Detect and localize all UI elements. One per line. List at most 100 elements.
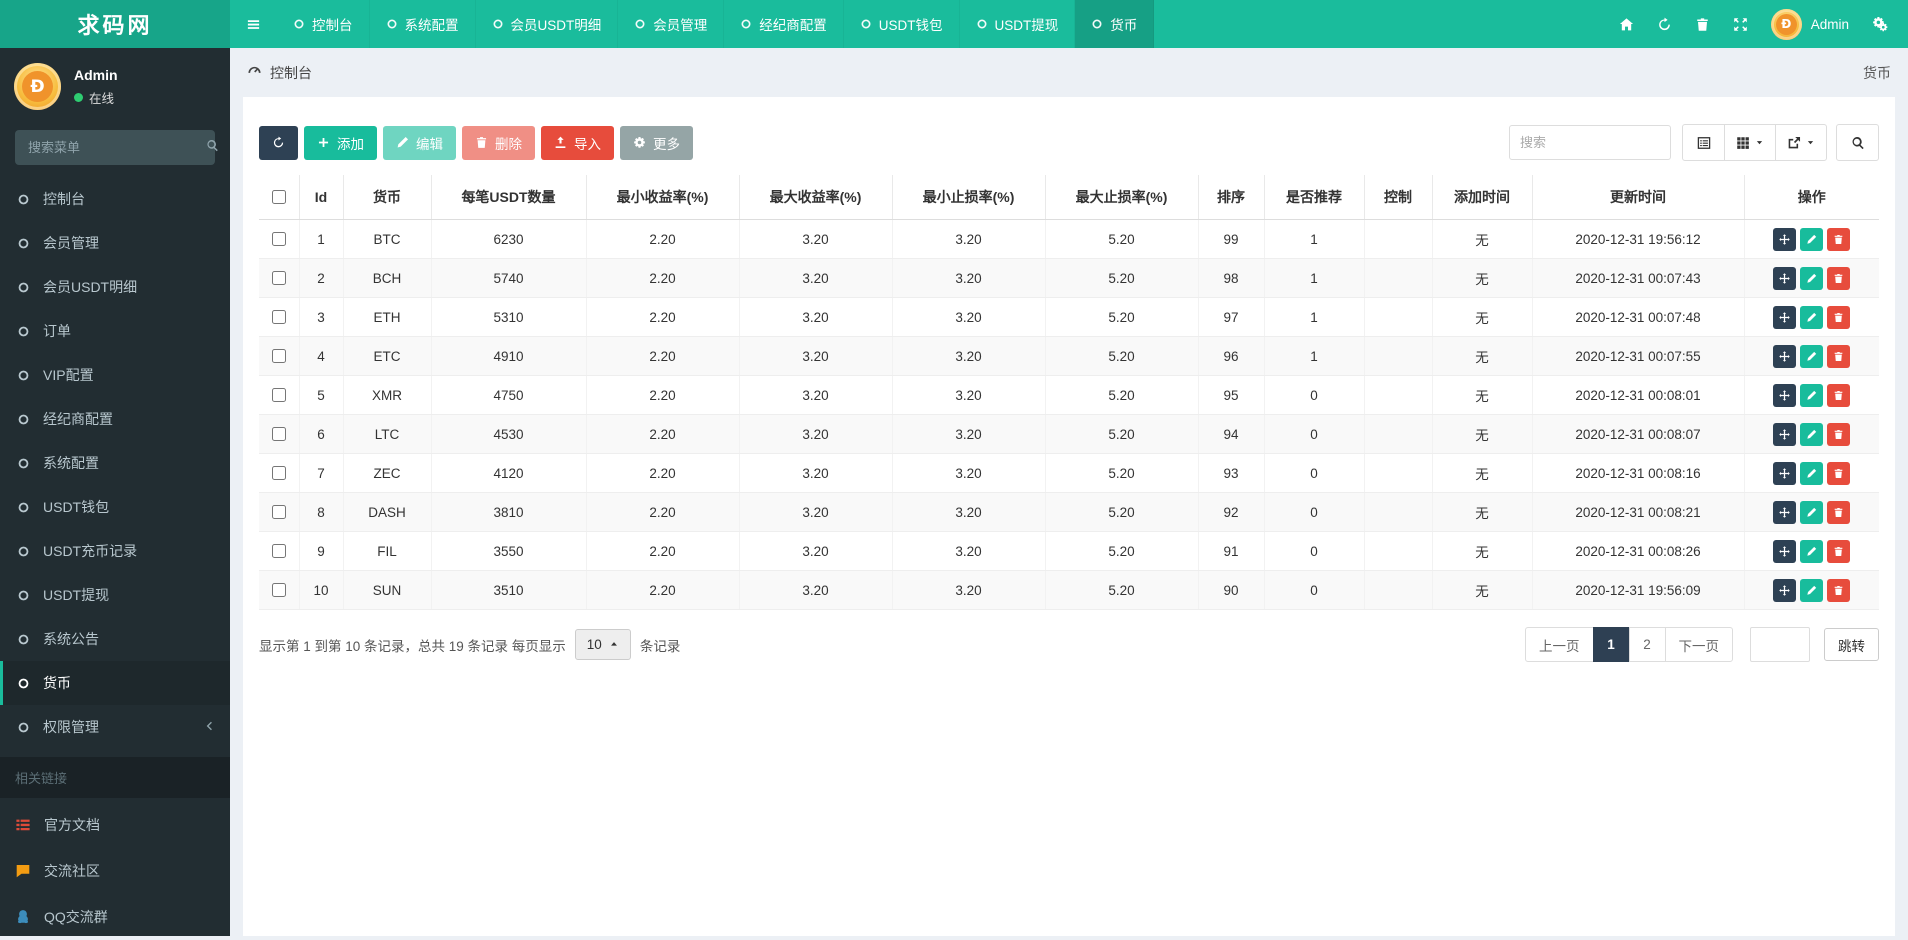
delete-row-button[interactable] [1827, 267, 1850, 290]
pencil-icon [1806, 234, 1817, 245]
sidebar-item-permission-manage[interactable]: 权限管理 [0, 705, 230, 749]
row-checkbox[interactable] [272, 505, 286, 519]
move-row-button[interactable] [1773, 579, 1796, 602]
edit-row-button[interactable] [1800, 540, 1823, 563]
more-button[interactable]: 更多 [620, 126, 693, 160]
navbar-item-member-usdt-detail[interactable]: 会员USDT明细 [476, 0, 619, 48]
move-row-button[interactable] [1773, 345, 1796, 368]
table-search-input[interactable] [1509, 125, 1671, 160]
navbar-item-usdt-withdraw[interactable]: USDT提现 [960, 0, 1076, 48]
move-row-button[interactable] [1773, 306, 1796, 329]
delete-row-button[interactable] [1827, 384, 1850, 407]
move-row-button[interactable] [1773, 267, 1796, 290]
jump-page-input[interactable] [1750, 627, 1810, 662]
move-row-button[interactable] [1773, 423, 1796, 446]
export-button[interactable] [1775, 124, 1827, 161]
cell-currency: ZEC [343, 454, 431, 493]
row-checkbox[interactable] [272, 427, 286, 441]
delete-row-button[interactable] [1827, 501, 1850, 524]
page-size-dropdown[interactable]: 10 [575, 629, 631, 660]
edit-row-button[interactable] [1800, 501, 1823, 524]
navbar-item-currency[interactable]: 货币 [1075, 0, 1154, 48]
sidebar-link-official-docs[interactable]: 官方文档 [0, 802, 230, 848]
row-checkbox[interactable] [272, 544, 286, 558]
edit-row-button[interactable] [1800, 423, 1823, 446]
delete-row-button[interactable] [1827, 345, 1850, 368]
delete-row-button[interactable] [1827, 306, 1850, 329]
row-checkbox[interactable] [272, 310, 286, 324]
edit-row-button[interactable] [1800, 306, 1823, 329]
next-page-button[interactable]: 下一页 [1665, 627, 1734, 662]
row-checkbox[interactable] [272, 271, 286, 285]
add-button[interactable]: 添加 [304, 126, 377, 160]
sidebar-search-input[interactable] [26, 139, 206, 156]
settings-button[interactable] [1872, 16, 1888, 32]
edit-row-button[interactable] [1800, 267, 1823, 290]
navbar-user[interactable]: Ð Admin [1771, 9, 1849, 40]
cell-add-time: 无 [1432, 454, 1532, 493]
import-button[interactable]: 导入 [541, 126, 614, 160]
move-row-button[interactable] [1773, 384, 1796, 407]
move-row-button[interactable] [1773, 540, 1796, 563]
navbar-item-system-config[interactable]: 系统配置 [370, 0, 476, 48]
edit-button[interactable]: 编辑 [383, 126, 456, 160]
search-button[interactable] [1836, 124, 1879, 161]
sidebar-item-system-config[interactable]: 系统配置 [0, 441, 230, 485]
edit-row-button[interactable] [1800, 384, 1823, 407]
edit-row-button[interactable] [1800, 228, 1823, 251]
navbar-item-broker-config[interactable]: 经纪商配置 [724, 0, 844, 48]
sidebar-item-currency[interactable]: 货币 [0, 661, 230, 705]
sidebar-item-usdt-withdraw[interactable]: USDT提现 [0, 573, 230, 617]
move-row-button[interactable] [1773, 501, 1796, 524]
breadcrumb[interactable]: 控制台 [247, 63, 312, 83]
columns-button[interactable] [1724, 124, 1776, 161]
sidebar-link-qq-group[interactable]: QQ交流群 [0, 894, 230, 940]
move-icon [1779, 429, 1790, 440]
sidebar-item-broker-config[interactable]: 经纪商配置 [0, 397, 230, 441]
home-button[interactable] [1619, 17, 1634, 32]
page-button-2[interactable]: 2 [1629, 627, 1666, 662]
prev-page-button[interactable]: 上一页 [1525, 627, 1594, 662]
row-checkbox[interactable] [272, 388, 286, 402]
move-row-button[interactable] [1773, 228, 1796, 251]
delete-row-button[interactable] [1827, 540, 1850, 563]
jump-button[interactable]: 跳转 [1824, 628, 1879, 661]
sidebar-item-system-notice[interactable]: 系统公告 [0, 617, 230, 661]
select-all-checkbox[interactable] [272, 190, 286, 204]
page-button-1[interactable]: 1 [1593, 627, 1630, 662]
sidebar-item-member-manage[interactable]: 会员管理 [0, 221, 230, 265]
row-checkbox[interactable] [272, 583, 286, 597]
sidebar-item-usdt-deposit-record[interactable]: USDT充币记录 [0, 529, 230, 573]
sidebar-item-orders[interactable]: 订单 [0, 309, 230, 353]
refresh-button[interactable] [259, 126, 298, 160]
delete-row-button[interactable] [1827, 423, 1850, 446]
delete-button[interactable]: 删除 [462, 126, 535, 160]
brand-logo[interactable]: 求码网 [0, 0, 230, 48]
cell-add-time: 无 [1432, 298, 1532, 337]
row-checkbox[interactable] [272, 349, 286, 363]
delete-row-button[interactable] [1827, 579, 1850, 602]
navbar-item-console[interactable]: 控制台 [277, 0, 370, 48]
delete-row-button[interactable] [1827, 228, 1850, 251]
sidebar-item-vip-config[interactable]: VIP配置 [0, 353, 230, 397]
cell-max-profit: 3.20 [739, 337, 892, 376]
sidebar-item-usdt-wallet[interactable]: USDT钱包 [0, 485, 230, 529]
refresh-button[interactable] [1657, 17, 1672, 32]
detail-view-button[interactable] [1682, 124, 1725, 161]
edit-row-button[interactable] [1800, 462, 1823, 485]
clear-button[interactable] [1695, 17, 1710, 32]
sidebar-item-member-usdt-detail[interactable]: 会员USDT明细 [0, 265, 230, 309]
sidebar-item-console[interactable]: 控制台 [0, 177, 230, 221]
edit-row-button[interactable] [1800, 345, 1823, 368]
delete-row-button[interactable] [1827, 462, 1850, 485]
sidebar-link-community[interactable]: 交流社区 [0, 848, 230, 894]
fullscreen-button[interactable] [1733, 17, 1748, 32]
sidebar-toggle-button[interactable] [230, 0, 277, 48]
cell-max-profit: 3.20 [739, 259, 892, 298]
navbar-item-member-manage[interactable]: 会员管理 [618, 0, 724, 48]
row-checkbox[interactable] [272, 466, 286, 480]
navbar-item-usdt-wallet[interactable]: USDT钱包 [844, 0, 960, 48]
edit-row-button[interactable] [1800, 579, 1823, 602]
row-checkbox[interactable] [272, 232, 286, 246]
move-row-button[interactable] [1773, 462, 1796, 485]
